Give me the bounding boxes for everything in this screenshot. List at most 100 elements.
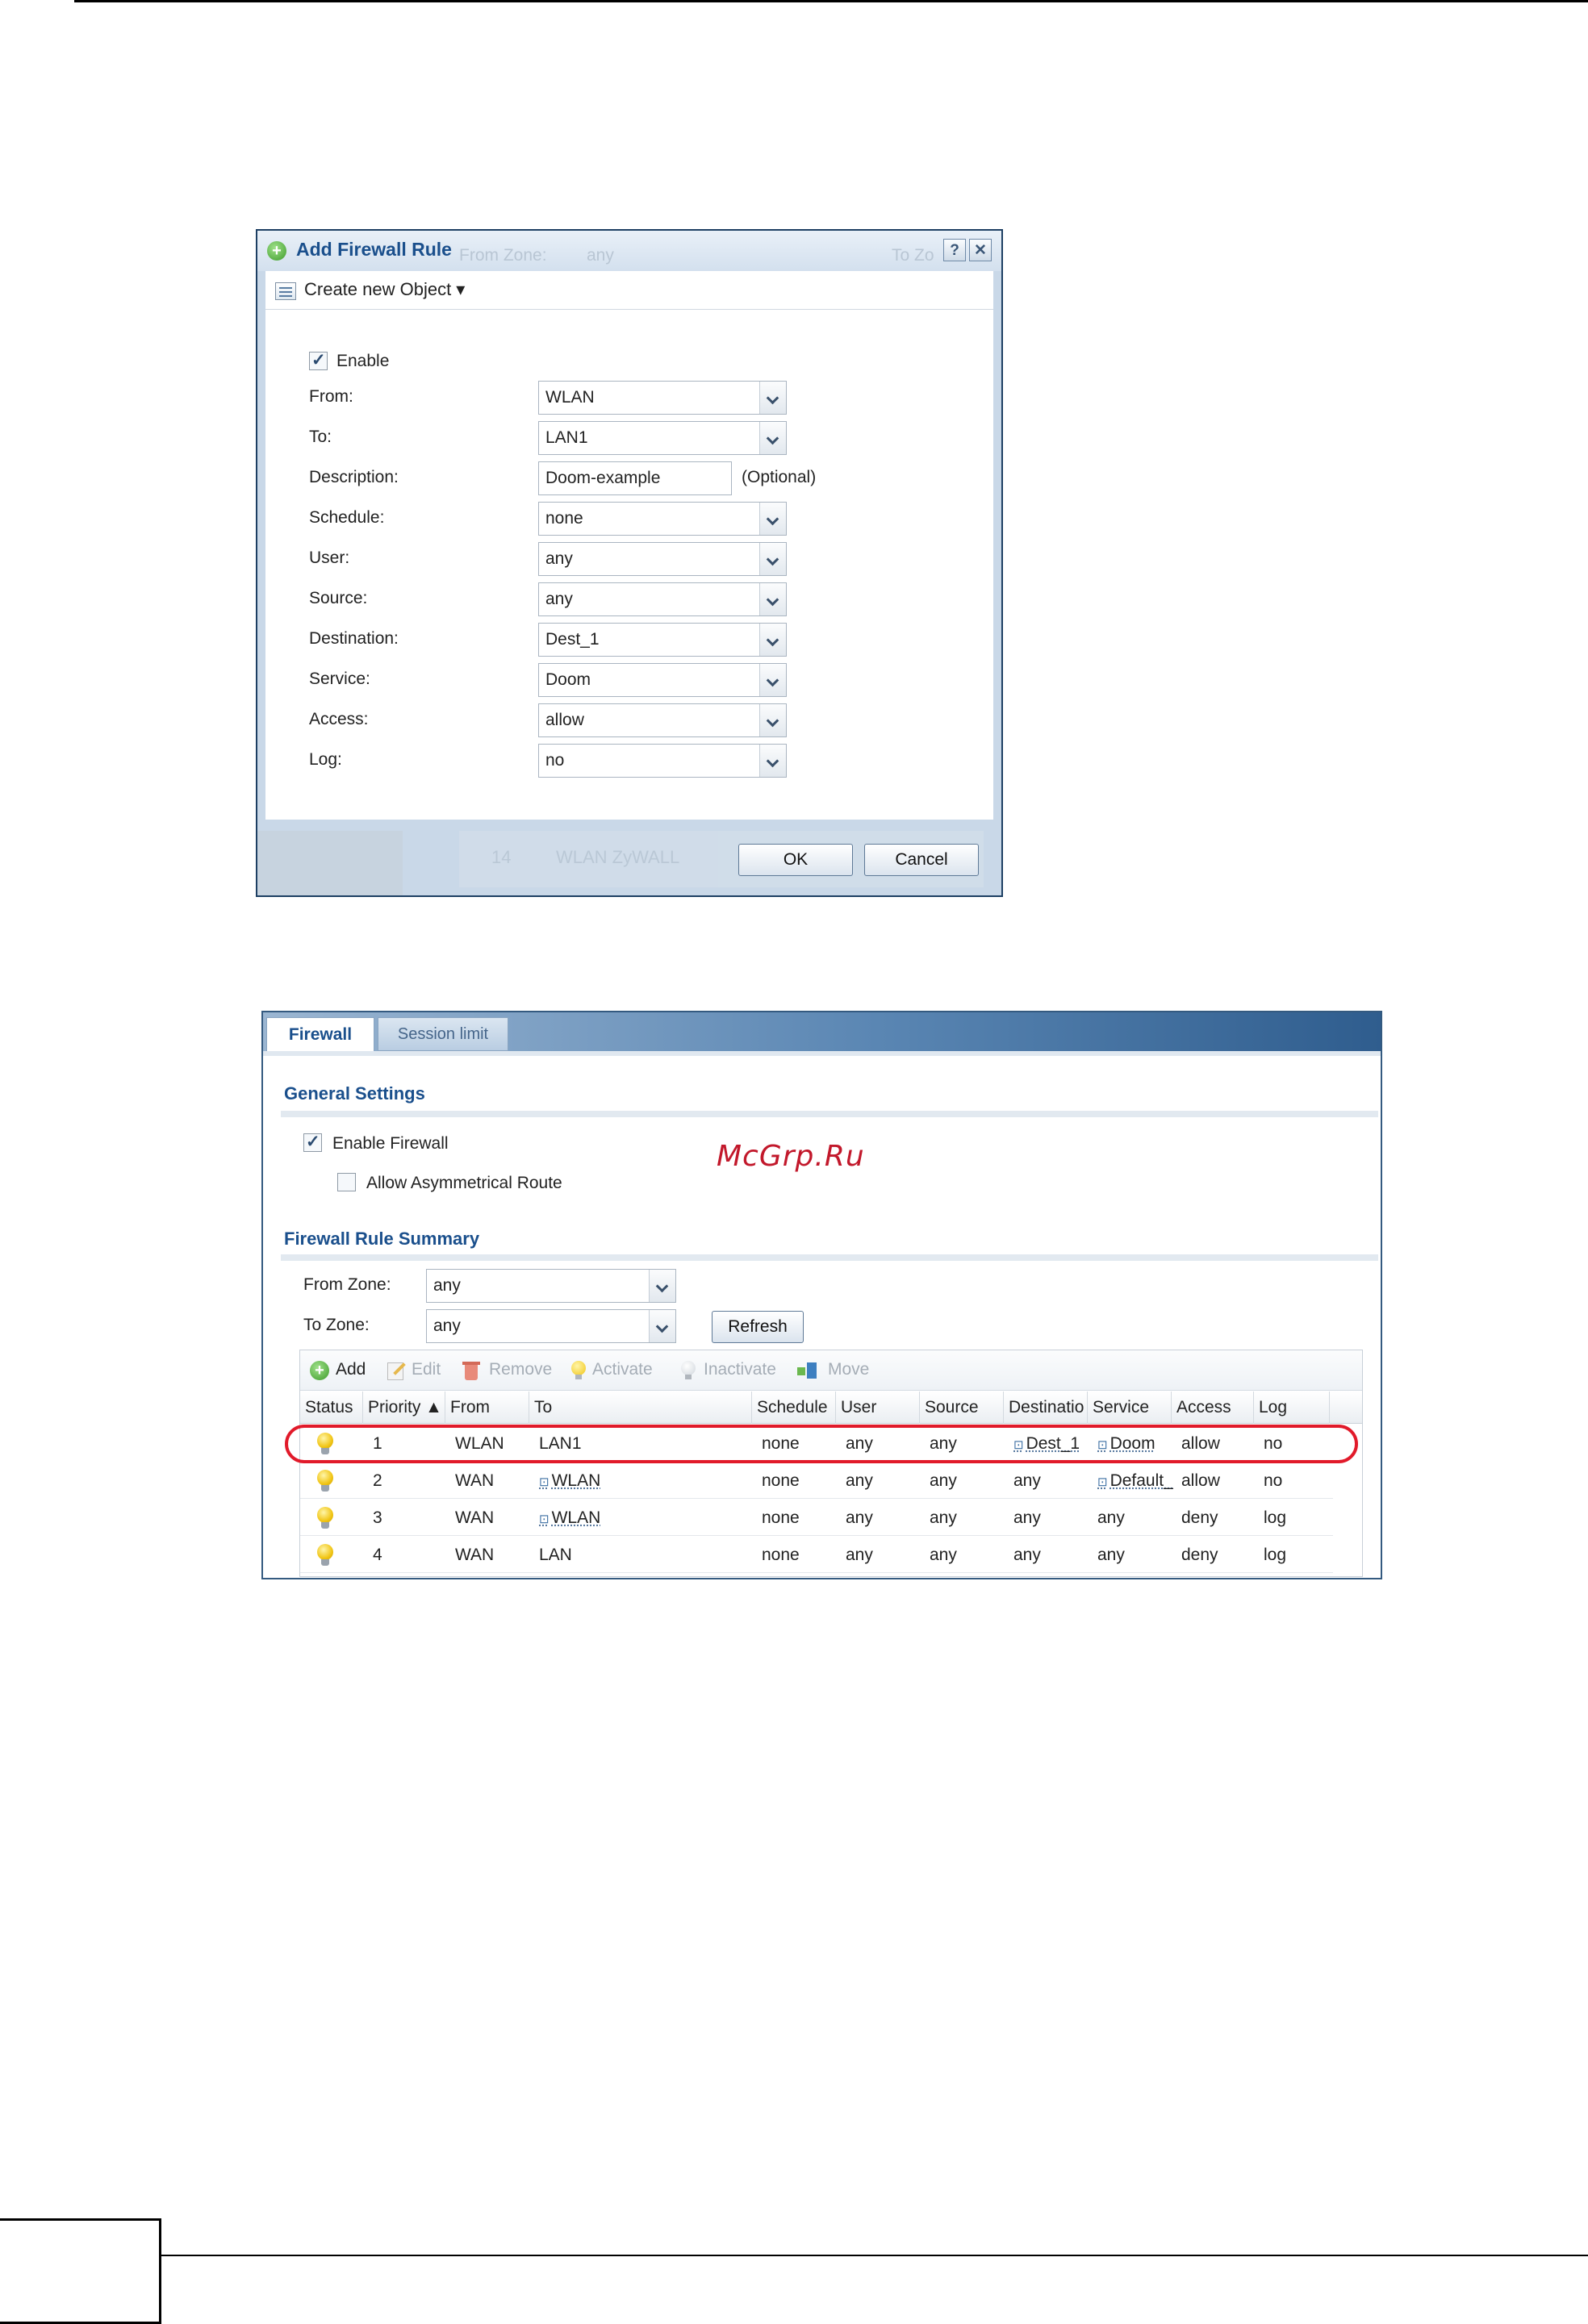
description-value: Doom-example	[545, 469, 661, 487]
tab-firewall[interactable]: Firewall	[266, 1017, 374, 1053]
tab-session-limit[interactable]: Session limit	[378, 1017, 508, 1051]
rule-summary-title: Firewall Rule Summary	[284, 1229, 480, 1249]
ok-button[interactable]: OK	[738, 844, 853, 876]
add-button[interactable]: Add	[336, 1360, 366, 1379]
from-label: From:	[309, 387, 353, 406]
log-select[interactable]: no	[538, 744, 787, 778]
move-button[interactable]: Move	[828, 1360, 869, 1379]
allow-asymmetrical-route-checkbox[interactable]	[337, 1173, 356, 1191]
background-row-text: WLAN ZyWALL	[556, 847, 680, 867]
firewall-rule-table: + Add Edit Remove Activate Inactivate Mo…	[299, 1350, 1363, 1577]
chevron-down-icon[interactable]	[759, 382, 786, 414]
from-zone-select[interactable]: any	[426, 1269, 676, 1303]
chevron-down-icon[interactable]	[759, 543, 786, 575]
to-cell[interactable]: ⊡ WLAN	[539, 1508, 600, 1528]
chevron-down-icon[interactable]	[759, 745, 786, 777]
chevron-down-icon[interactable]	[759, 704, 786, 736]
dialog-titlebar[interactable]: + Add Firewall Rule From Zone: any To Zo…	[257, 231, 1001, 271]
from-select[interactable]: WLAN	[538, 381, 787, 415]
dialog-toolbar: Create new Object ▾	[265, 271, 993, 310]
enable-firewall-label: Enable Firewall	[332, 1134, 449, 1153]
from-cell: WAN	[455, 1546, 495, 1564]
destination-cell: any	[1013, 1546, 1041, 1564]
chevron-down-icon[interactable]	[649, 1270, 675, 1302]
chevron-down-icon[interactable]	[759, 422, 786, 454]
access-cell: deny	[1181, 1508, 1218, 1527]
cancel-button[interactable]: Cancel	[864, 844, 979, 876]
add-icon: +	[310, 1361, 329, 1380]
enable-checkbox[interactable]	[309, 350, 328, 370]
access-select[interactable]: allow	[538, 703, 787, 737]
source-label: Source:	[309, 589, 368, 607]
background-from-zone-value: any	[587, 246, 614, 265]
source-cell: any	[930, 1546, 957, 1564]
inactivate-button[interactable]: Inactivate	[704, 1360, 776, 1379]
lightbulb-on-icon	[316, 1470, 334, 1492]
chevron-down-icon[interactable]	[759, 624, 786, 656]
col-service[interactable]: Service	[1088, 1391, 1172, 1424]
close-button[interactable]: ✕	[969, 239, 992, 261]
col-from[interactable]: From	[445, 1391, 529, 1424]
col-status[interactable]: Status	[300, 1391, 363, 1424]
edit-icon	[386, 1361, 406, 1380]
user-label: User:	[309, 549, 350, 567]
log-cell: log	[1264, 1508, 1287, 1527]
description-label: Description:	[309, 468, 399, 486]
background-from-zone-label: From Zone:	[459, 246, 547, 265]
col-source[interactable]: Source	[920, 1391, 1004, 1424]
col-access[interactable]: Access	[1172, 1391, 1254, 1424]
destination-value: Dest_1	[545, 630, 600, 649]
from-zone-label: From Zone:	[303, 1275, 391, 1294]
object-link-icon: ⊡	[539, 1512, 550, 1526]
col-destination[interactable]: Destinatio	[1004, 1391, 1088, 1424]
destination-label: Destination:	[309, 629, 399, 648]
col-schedule[interactable]: Schedule	[752, 1391, 836, 1424]
chevron-down-icon[interactable]	[759, 583, 786, 615]
priority-cell: 2	[373, 1471, 382, 1490]
from-cell: WAN	[455, 1471, 495, 1490]
chevron-down-icon[interactable]	[649, 1310, 675, 1342]
add-icon: +	[267, 241, 286, 261]
schedule-select[interactable]: none	[538, 502, 787, 536]
from-cell: WAN	[455, 1508, 495, 1527]
allow-asymmetrical-route-label: Allow Asymmetrical Route	[366, 1174, 562, 1192]
page-bottom-rule	[161, 2255, 1588, 2256]
user-select[interactable]: any	[538, 542, 787, 576]
to-zone-select[interactable]: any	[426, 1309, 676, 1343]
service-cell: any	[1097, 1508, 1125, 1527]
create-new-object-menu[interactable]: Create new Object ▾	[304, 279, 465, 300]
source-cell: any	[930, 1471, 957, 1490]
enable-label: Enable	[336, 352, 390, 370]
description-input[interactable]: Doom-example	[538, 461, 732, 495]
remove-button[interactable]: Remove	[489, 1360, 552, 1379]
log-label: Log:	[309, 750, 342, 769]
table-row[interactable]: 4 WAN LAN none any any any any deny log	[300, 1536, 1333, 1573]
destination-cell: any	[1013, 1508, 1041, 1527]
source-select[interactable]: any	[538, 582, 787, 616]
service-cell[interactable]: ⊡ Default_	[1097, 1471, 1173, 1491]
edit-button[interactable]: Edit	[412, 1360, 441, 1379]
chevron-down-icon[interactable]	[759, 503, 786, 535]
table-row[interactable]: 2 WAN ⊡ WLAN none any any any ⊡ Default_ a…	[300, 1462, 1333, 1499]
help-button[interactable]: ?	[943, 239, 966, 261]
to-select[interactable]: LAN1	[538, 421, 787, 455]
to-value: WLAN	[551, 1508, 601, 1527]
col-log[interactable]: Log	[1254, 1391, 1330, 1424]
to-cell[interactable]: ⊡ WLAN	[539, 1471, 600, 1491]
activate-button[interactable]: Activate	[592, 1360, 653, 1379]
service-select[interactable]: Doom	[538, 663, 787, 697]
highlight-ellipse	[285, 1425, 1358, 1463]
enable-firewall-checkbox[interactable]	[303, 1132, 322, 1152]
schedule-cell: none	[762, 1471, 800, 1490]
col-to[interactable]: To	[529, 1391, 752, 1424]
table-row[interactable]: 3 WAN ⊡ WLAN none any any any any deny lo…	[300, 1499, 1333, 1536]
col-user[interactable]: User	[836, 1391, 920, 1424]
schedule-label: Schedule:	[309, 508, 385, 527]
chevron-down-icon[interactable]	[759, 664, 786, 696]
refresh-button[interactable]: Refresh	[712, 1311, 804, 1343]
col-priority[interactable]: Priority ▲	[363, 1391, 445, 1424]
destination-select[interactable]: Dest_1	[538, 623, 787, 657]
to-value: LAN1	[545, 428, 588, 447]
schedule-value: none	[545, 509, 583, 528]
lightbulb-on-icon	[570, 1361, 589, 1380]
